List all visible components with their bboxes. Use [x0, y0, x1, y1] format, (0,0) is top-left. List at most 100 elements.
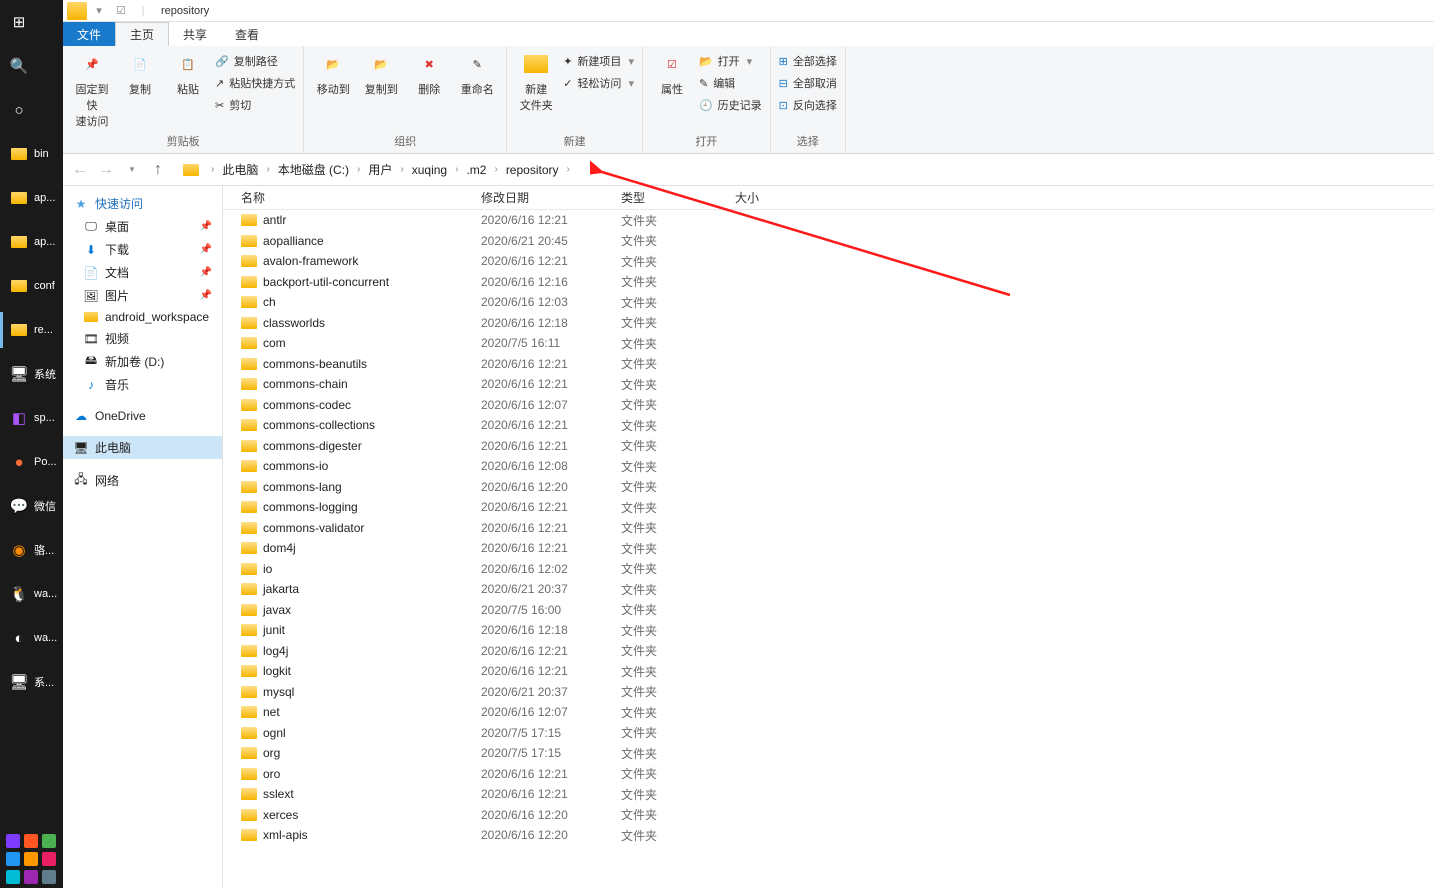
back-button[interactable]: ←	[69, 159, 91, 181]
copy-path-button[interactable]: 🔗复制路径	[215, 50, 295, 72]
paste-shortcut-button[interactable]: ↗粘贴快捷方式	[215, 72, 295, 94]
cut-button[interactable]: ✂剪切	[215, 94, 295, 116]
recent-dropdown-icon[interactable]: ▾	[121, 159, 143, 181]
sidebar-item[interactable]: android_workspace	[63, 307, 222, 327]
taskbar-item[interactable]: ●Po...	[0, 440, 63, 484]
pin-quick-access-button[interactable]: 📌固定到快 速访问	[71, 50, 113, 129]
sidebar-item[interactable]: 🖼图片📌	[63, 284, 222, 307]
taskbar-item[interactable]: 🖥系统	[0, 352, 63, 396]
taskbar-item[interactable]: 🔍	[0, 44, 63, 88]
taskbar-item[interactable]: bin	[0, 132, 63, 176]
sidebar-item[interactable]: 🖴新加卷 (D:)	[63, 350, 222, 373]
table-row[interactable]: com2020/7/5 16:11文件夹	[223, 333, 1434, 354]
properties-button[interactable]: ☑属性	[651, 50, 693, 97]
sidebar-item[interactable]: ⬇下载📌	[63, 238, 222, 261]
moveto-button[interactable]: 📂移动到	[312, 50, 354, 97]
chevron-right-icon[interactable]: ›	[209, 164, 216, 175]
taskbar-item[interactable]: ap...	[0, 220, 63, 264]
table-row[interactable]: net2020/6/16 12:07文件夹	[223, 702, 1434, 723]
taskbar-item[interactable]: ap...	[0, 176, 63, 220]
copyto-button[interactable]: 📂复制到	[360, 50, 402, 97]
table-row[interactable]: xerces2020/6/16 12:20文件夹	[223, 805, 1434, 826]
table-row[interactable]: sslext2020/6/16 12:21文件夹	[223, 784, 1434, 805]
table-row[interactable]: commons-codec2020/6/16 12:07文件夹	[223, 395, 1434, 416]
rename-button[interactable]: ✎重命名	[456, 50, 498, 97]
invert-button[interactable]: ⊡反向选择	[779, 94, 837, 116]
edit-button[interactable]: ✎编辑	[699, 72, 762, 94]
chevron-right-icon[interactable]: ›	[355, 164, 362, 175]
table-row[interactable]: mysql2020/6/21 20:37文件夹	[223, 682, 1434, 703]
chevron-right-icon[interactable]: ›	[565, 164, 572, 175]
column-date[interactable]: 修改日期	[481, 189, 621, 206]
table-row[interactable]: org2020/7/5 17:15文件夹	[223, 743, 1434, 764]
breadcrumb-segment[interactable]: .m2	[460, 163, 492, 177]
paste-button[interactable]: 📋粘贴	[167, 50, 209, 97]
table-row[interactable]: aopalliance2020/6/21 20:45文件夹	[223, 231, 1434, 252]
table-row[interactable]: log4j2020/6/16 12:21文件夹	[223, 641, 1434, 662]
breadcrumb-folder-icon[interactable]	[183, 164, 199, 176]
qat-properties-icon[interactable]: ☑	[111, 2, 131, 20]
taskbar-item[interactable]: conf	[0, 264, 63, 308]
taskbar-item[interactable]: 🐧wa...	[0, 572, 63, 616]
taskbar-item[interactable]: re...	[0, 308, 63, 352]
tab-view[interactable]: 查看	[221, 22, 273, 46]
column-name[interactable]: 名称	[223, 189, 481, 206]
table-row[interactable]: oro2020/6/16 12:21文件夹	[223, 764, 1434, 785]
new-folder-button[interactable]: 新建 文件夹	[515, 50, 557, 113]
table-row[interactable]: xml-apis2020/6/16 12:20文件夹	[223, 825, 1434, 846]
table-row[interactable]: commons-logging2020/6/16 12:21文件夹	[223, 497, 1434, 518]
table-row[interactable]: commons-collections2020/6/16 12:21文件夹	[223, 415, 1434, 436]
forward-button[interactable]: →	[95, 159, 117, 181]
table-row[interactable]: io2020/6/16 12:02文件夹	[223, 559, 1434, 580]
table-row[interactable]: commons-digester2020/6/16 12:21文件夹	[223, 436, 1434, 457]
table-row[interactable]: commons-io2020/6/16 12:08文件夹	[223, 456, 1434, 477]
up-button[interactable]: ↑	[147, 159, 169, 181]
table-row[interactable]: jakarta2020/6/21 20:37文件夹	[223, 579, 1434, 600]
tab-share[interactable]: 共享	[169, 22, 221, 46]
quick-access-header[interactable]: ★快速访问	[63, 192, 222, 215]
taskbar-item[interactable]: ○	[0, 88, 63, 132]
delete-button[interactable]: ✖删除	[408, 50, 450, 97]
taskbar-item[interactable]: ◧sp...	[0, 396, 63, 440]
tab-file[interactable]: 文件	[63, 22, 115, 46]
new-item-button[interactable]: ✦新建项目▾	[563, 50, 634, 72]
table-row[interactable]: backport-util-concurrent2020/6/16 12:16文…	[223, 272, 1434, 293]
chevron-right-icon[interactable]: ›	[492, 164, 499, 175]
open-button[interactable]: 📂打开▾	[699, 50, 762, 72]
history-button[interactable]: 🕘历史记录	[699, 94, 762, 116]
sidebar-item[interactable]: 🖵桌面📌	[63, 215, 222, 238]
taskbar-item[interactable]: 💬微信	[0, 484, 63, 528]
breadcrumb-segment[interactable]: xuqing	[406, 163, 453, 177]
table-row[interactable]: antlr2020/6/16 12:21文件夹	[223, 210, 1434, 231]
table-row[interactable]: logkit2020/6/16 12:21文件夹	[223, 661, 1434, 682]
breadcrumb-segment[interactable]: repository	[500, 163, 565, 177]
chevron-right-icon[interactable]: ›	[453, 164, 460, 175]
sidebar-item[interactable]: 🎞视频	[63, 327, 222, 350]
tab-home[interactable]: 主页	[115, 22, 169, 46]
table-row[interactable]: javax2020/7/5 16:00文件夹	[223, 600, 1434, 621]
table-row[interactable]: classworlds2020/6/16 12:18文件夹	[223, 313, 1434, 334]
taskbar-item[interactable]: ⊞	[0, 0, 63, 44]
table-row[interactable]: ch2020/6/16 12:03文件夹	[223, 292, 1434, 313]
select-none-button[interactable]: ⊟全部取消	[779, 72, 837, 94]
taskbar-item[interactable]: ◐wa...	[0, 616, 63, 660]
table-row[interactable]: commons-beanutils2020/6/16 12:21文件夹	[223, 354, 1434, 375]
sidebar-item[interactable]: ♪音乐	[63, 373, 222, 396]
column-type[interactable]: 类型	[621, 189, 735, 206]
table-row[interactable]: avalon-framework2020/6/16 12:21文件夹	[223, 251, 1434, 272]
this-pc-item[interactable]: 🖥此电脑	[63, 436, 222, 459]
breadcrumb-segment[interactable]: 此电脑	[216, 161, 264, 178]
column-size[interactable]: 大小	[735, 189, 805, 206]
copy-button[interactable]: 📄复制	[119, 50, 161, 97]
system-tray[interactable]	[0, 830, 63, 888]
easy-access-button[interactable]: ✓轻松访问▾	[563, 72, 634, 94]
qat-dropdown-icon[interactable]: ▾	[89, 2, 109, 20]
network-item[interactable]: 🖧网络	[63, 469, 222, 492]
select-all-button[interactable]: ⊞全部选择	[779, 50, 837, 72]
chevron-right-icon[interactable]: ›	[264, 164, 271, 175]
onedrive-item[interactable]: ☁OneDrive	[63, 406, 222, 426]
table-row[interactable]: commons-validator2020/6/16 12:21文件夹	[223, 518, 1434, 539]
table-row[interactable]: ognl2020/7/5 17:15文件夹	[223, 723, 1434, 744]
sidebar-item[interactable]: 📄文档📌	[63, 261, 222, 284]
table-row[interactable]: commons-lang2020/6/16 12:20文件夹	[223, 477, 1434, 498]
